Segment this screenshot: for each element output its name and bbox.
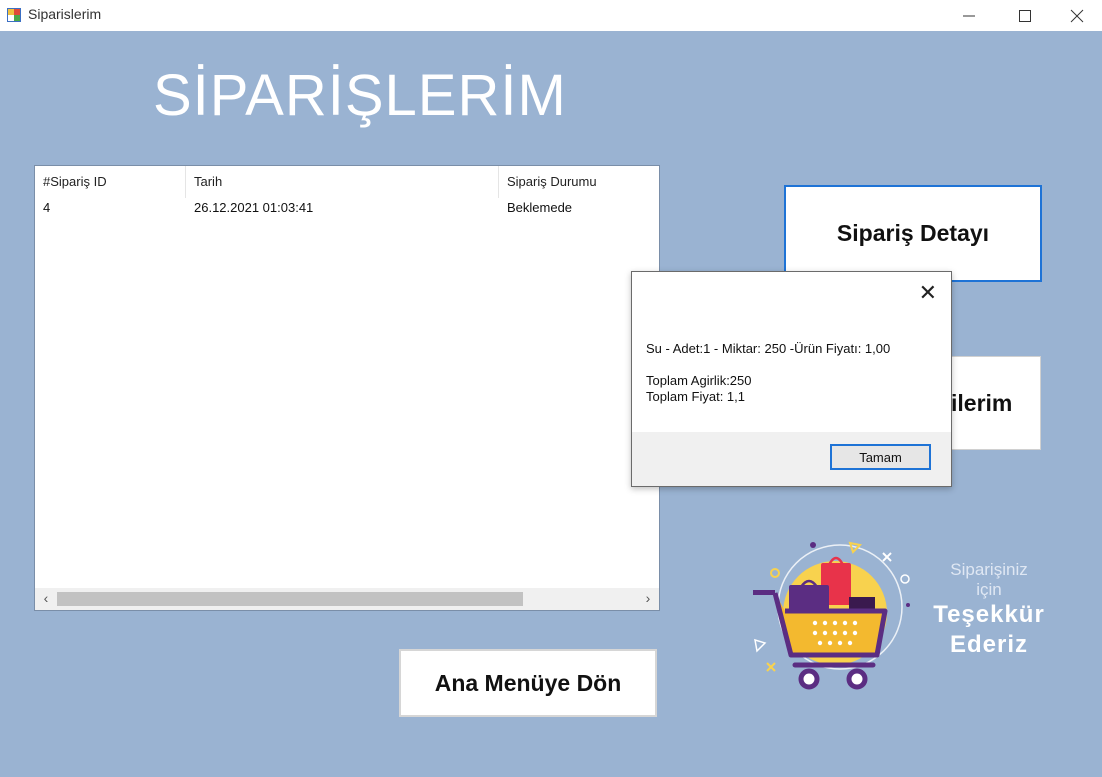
maximize-button[interactable] [996, 0, 1054, 31]
horizontal-scrollbar[interactable]: ‹ › [35, 588, 659, 610]
cell-order-date: 26.12.2021 01:03:41 [194, 200, 314, 215]
ok-button[interactable]: Tamam [830, 444, 931, 470]
app-icon [7, 8, 21, 22]
dialog-line-item: Su - Adet:1 - Miktar: 250 -Ürün Fiyatı: … [646, 341, 891, 356]
order-detail-dialog: ✕ Su - Adet:1 - Miktar: 250 -Ürün Fiyatı… [631, 271, 952, 487]
minimize-button[interactable] [940, 0, 998, 31]
scroll-right-icon[interactable]: › [639, 590, 657, 606]
minimize-icon [963, 15, 975, 16]
close-window-button[interactable] [1052, 0, 1102, 31]
dialog-footer: Tamam [632, 432, 951, 486]
orders-list[interactable]: #Sipariş ID Tarih Sipariş Durumu 4 26.12… [34, 165, 660, 611]
scrollbar-thumb[interactable] [57, 592, 523, 606]
main-menu-button[interactable]: Ana Menüye Dön [399, 649, 657, 717]
thank-you-message: Siparişiniz için Teşekkür Ederiz [928, 560, 1050, 660]
shopping-cart-logo-icon [753, 541, 910, 690]
cell-order-id: 4 [43, 200, 51, 215]
scroll-left-icon[interactable]: ‹ [37, 590, 55, 606]
dialog-close-icon[interactable]: ✕ [919, 282, 937, 304]
thanks-line-1: Siparişiniz [950, 560, 1028, 579]
close-icon [1070, 9, 1084, 22]
thanks-line-3: Teşekkür [933, 601, 1045, 628]
maximize-icon [1019, 9, 1031, 22]
column-header-status[interactable]: Sipariş Durumu [499, 166, 659, 198]
column-header-id[interactable]: #Sipariş ID [35, 166, 185, 198]
window-title: Siparislerim [28, 6, 102, 22]
dialog-total-price: Toplam Fiyat: 1,1 [646, 389, 745, 404]
page-title: SİPARİŞLERİM [153, 63, 567, 128]
title-bar: Siparislerim [0, 0, 1102, 31]
column-header-date[interactable]: Tarih [186, 166, 498, 198]
cell-order-status: Beklemede [507, 200, 573, 215]
order-detail-button[interactable]: Sipariş Detayı [784, 185, 1042, 282]
dialog-total-weight: Toplam Agirlik:250 [646, 373, 752, 388]
thanks-line-2: için [976, 580, 1002, 599]
orders-list-header: #Sipariş ID Tarih Sipariş Durumu [35, 166, 659, 198]
thanks-line-4: Ederiz [949, 631, 1029, 658]
